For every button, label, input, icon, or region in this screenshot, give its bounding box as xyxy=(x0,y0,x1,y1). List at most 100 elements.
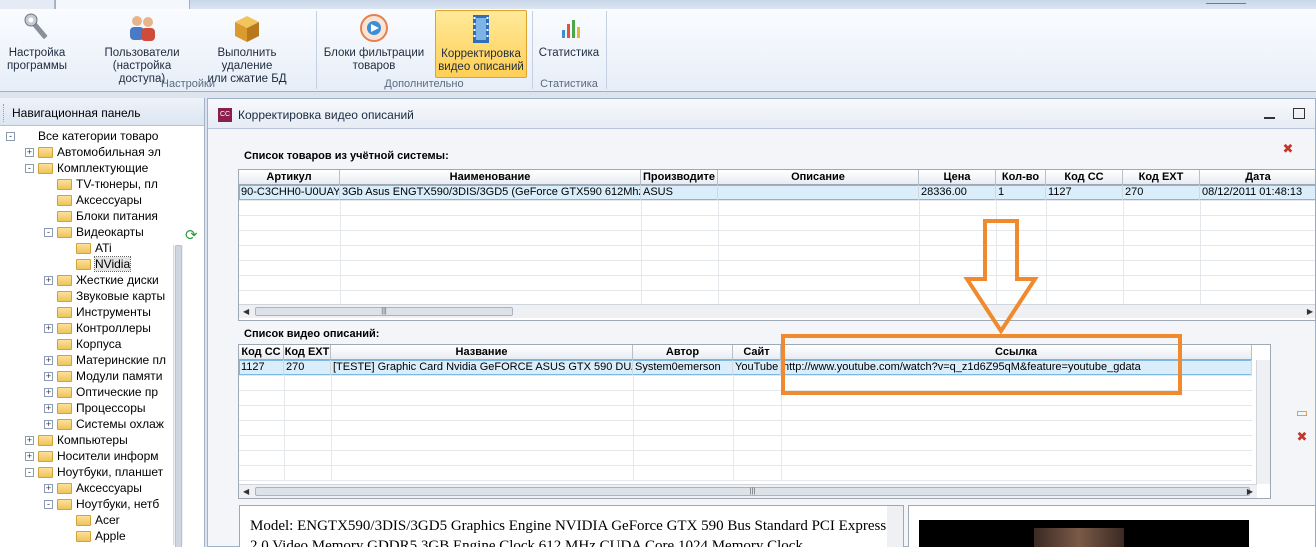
users-button[interactable]: Пользователи (настройка доступа) xyxy=(94,10,190,85)
expand-toggle-icon[interactable]: - xyxy=(44,228,53,238)
scroll-right-icon[interactable]: ▶ xyxy=(1247,487,1253,496)
expand-toggle-icon[interactable]: + xyxy=(44,324,53,334)
column-header[interactable]: Сайт xyxy=(733,345,781,360)
tree-node[interactable]: + Оптические пр xyxy=(44,384,158,400)
filter-blocks-button[interactable]: Блоки фильтрации товаров xyxy=(321,10,427,78)
tree-node[interactable]: + Контроллеры xyxy=(44,320,151,336)
column-header[interactable]: Производите xyxy=(641,170,718,185)
settings-button[interactable]: Настройка программы xyxy=(2,10,72,78)
tree-node[interactable]: - Ноутбуки, нетб xyxy=(44,496,159,512)
expand-toggle-icon[interactable]: + xyxy=(44,276,53,286)
refresh-icon[interactable]: ⟳ xyxy=(185,228,201,244)
expand-toggle-icon[interactable]: + xyxy=(44,484,53,494)
table-cell[interactable]: 270 xyxy=(1123,185,1200,200)
table-cell[interactable]: http://www.youtube.com/watch?v=q_z1d6Z95… xyxy=(781,360,1252,375)
ribbon-tab[interactable] xyxy=(0,0,55,9)
table-cell[interactable]: 1127 xyxy=(239,360,284,375)
tree-scrollbar-thumb[interactable] xyxy=(175,245,182,547)
expand-toggle-icon[interactable]: + xyxy=(44,356,53,366)
description-scrollbar[interactable] xyxy=(887,506,903,547)
expand-toggle-icon[interactable]: + xyxy=(25,452,34,462)
tree-node[interactable]: + Аксессуары xyxy=(44,480,142,496)
column-header[interactable]: Артикул xyxy=(239,170,340,185)
tree-node[interactable]: Acer xyxy=(63,512,120,528)
table-cell[interactable]: ASUS xyxy=(641,185,718,200)
window-controls[interactable] xyxy=(1206,0,1246,4)
column-header[interactable]: Название xyxy=(331,345,633,360)
column-header[interactable]: Цена xyxy=(919,170,996,185)
tree-node[interactable]: + Автомобильная эл xyxy=(25,144,161,160)
expand-toggle-icon[interactable]: - xyxy=(25,468,34,478)
table-cell[interactable]: 3Gb Asus ENGTX590/3DIS/3GD5 (GeForce GTX… xyxy=(340,185,641,200)
tree-node[interactable]: + Носители информ xyxy=(25,448,159,464)
column-header[interactable]: Ссылка xyxy=(781,345,1252,360)
table-cell[interactable]: 90-C3CHH0-U0UAY0 xyxy=(239,185,340,200)
expand-toggle-icon[interactable]: + xyxy=(44,388,53,398)
table-cell[interactable]: 08/12/2011 01:48:13 xyxy=(1200,185,1315,200)
tree-node[interactable]: + Жесткие диски xyxy=(44,272,159,288)
tree-node[interactable]: - Комплектующие xyxy=(25,160,148,176)
expand-toggle-icon[interactable]: + xyxy=(44,404,53,414)
column-header[interactable]: Наименование xyxy=(340,170,641,185)
tree-scrollbar[interactable] xyxy=(173,245,183,547)
vertical-scrollbar[interactable] xyxy=(1256,360,1270,484)
horizontal-scrollbar[interactable]: ◀ ||| ▶ xyxy=(239,304,1315,318)
video-frame[interactable] xyxy=(919,520,1249,547)
column-header[interactable]: Описание xyxy=(718,170,919,185)
statistics-button[interactable]: Статистика xyxy=(536,10,602,78)
expand-toggle-icon[interactable]: - xyxy=(44,500,53,510)
delete-video-icon[interactable]: ✖ xyxy=(1294,429,1310,445)
column-header[interactable]: Код EXT xyxy=(1123,170,1200,185)
tree-node[interactable]: Инструменты xyxy=(44,304,151,320)
scrollbar-thumb[interactable]: ||| xyxy=(255,307,513,316)
tree-node[interactable]: NVidia xyxy=(63,256,132,272)
delete-product-icon[interactable]: ✖ xyxy=(1280,141,1296,157)
expand-toggle-icon[interactable]: + xyxy=(25,436,34,446)
tree-node[interactable]: + Материнские пл xyxy=(44,352,166,368)
table-cell[interactable] xyxy=(718,185,919,200)
ribbon-tab-active[interactable] xyxy=(55,0,190,9)
expand-toggle-icon[interactable]: - xyxy=(6,132,15,142)
scroll-left-icon[interactable]: ◀ xyxy=(243,307,249,316)
scroll-left-icon[interactable]: ◀ xyxy=(243,487,249,496)
expand-toggle-icon[interactable]: + xyxy=(25,148,34,158)
table-cell[interactable]: 28336.00 xyxy=(919,185,996,200)
scroll-right-icon[interactable]: ▶ xyxy=(1307,307,1313,316)
tree-node[interactable]: + Процессоры xyxy=(44,400,146,416)
tree-node[interactable]: ATi xyxy=(63,240,112,256)
table-cell[interactable]: YouTube xyxy=(733,360,781,375)
expand-toggle-icon[interactable]: + xyxy=(44,372,53,382)
compact-db-button[interactable]: Выполнить удаление или сжатие БД xyxy=(196,10,298,85)
scrollbar-thumb[interactable]: ||| xyxy=(255,487,1250,496)
column-header[interactable]: Код EXT xyxy=(284,345,331,360)
add-video-icon[interactable]: ▭ xyxy=(1294,405,1310,421)
tree-node[interactable]: Звуковые карты xyxy=(44,288,165,304)
restore-button[interactable] xyxy=(1293,108,1305,119)
table-cell[interactable]: 1127 xyxy=(1046,185,1123,200)
tree-node[interactable]: TV-тюнеры, пл xyxy=(44,176,158,192)
tree-node[interactable]: - Видеокарты xyxy=(44,224,144,240)
expand-toggle-icon[interactable]: - xyxy=(25,164,34,174)
column-header[interactable]: Автор xyxy=(633,345,733,360)
expand-toggle-icon[interactable]: + xyxy=(44,420,53,430)
table-cell[interactable]: [TESTE] Graphic Card Nvidia GeFORCE ASUS… xyxy=(331,360,633,375)
column-header[interactable]: Код CC xyxy=(1046,170,1123,185)
tree-node[interactable]: - Ноутбуки, планшет xyxy=(25,464,163,480)
tree-node[interactable]: Аксессуары xyxy=(44,192,142,208)
column-header[interactable]: Кол-во xyxy=(996,170,1046,185)
video-preview[interactable] xyxy=(908,505,1316,547)
tree-node[interactable]: - Все категории товаро xyxy=(6,128,158,144)
horizontal-scrollbar[interactable]: ◀ ||| ▶ xyxy=(239,484,1257,498)
tree-node[interactable]: Блоки питания xyxy=(44,208,158,224)
tree-node[interactable]: + Системы охлаж xyxy=(44,416,164,432)
minimize-button[interactable] xyxy=(1264,109,1275,119)
table-cell[interactable]: 270 xyxy=(284,360,331,375)
column-header[interactable]: Дата xyxy=(1200,170,1315,185)
tree-node[interactable]: + Компьютеры xyxy=(25,432,128,448)
column-header[interactable]: Код CC xyxy=(239,345,284,360)
tree-node[interactable]: Корпуса xyxy=(44,336,121,352)
tree-node[interactable]: + Модули памяти xyxy=(44,368,162,384)
table-cell[interactable]: System0emerson xyxy=(633,360,733,375)
video-descriptions-button[interactable]: Корректировка видео описаний xyxy=(435,10,527,78)
tree-node[interactable]: Apple xyxy=(63,528,126,544)
